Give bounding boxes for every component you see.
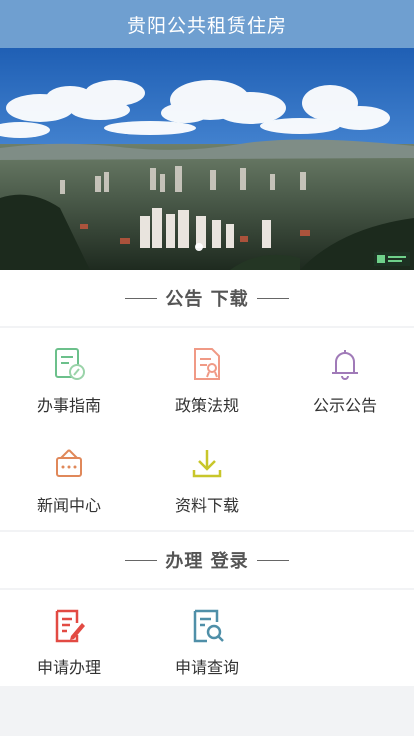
services-section-title: 办理 登录 bbox=[165, 551, 249, 572]
services-grid: 申请办理 申请查询 bbox=[0, 590, 414, 686]
news-button[interactable]: 新闻中心 bbox=[0, 428, 138, 528]
services-section-header: 办理 登录 bbox=[0, 532, 414, 588]
watermark-logo-icon bbox=[374, 252, 410, 266]
divider-line-left bbox=[125, 559, 158, 561]
notice-label: 公示公告 bbox=[312, 396, 377, 415]
carousel-page-dot[interactable] bbox=[195, 243, 203, 251]
news-label: 新闻中心 bbox=[36, 496, 101, 515]
download-label: 资料下载 bbox=[174, 496, 239, 515]
announcements-section-title: 公告 下载 bbox=[165, 289, 249, 310]
query-label: 申请查询 bbox=[174, 658, 239, 677]
bell-icon bbox=[332, 350, 358, 380]
guide-icon bbox=[55, 348, 85, 380]
download-button[interactable]: 资料下载 bbox=[138, 428, 276, 528]
notice-button[interactable]: 公示公告 bbox=[276, 328, 414, 428]
apply-label: 申请办理 bbox=[36, 658, 101, 677]
policy-label: 政策法规 bbox=[174, 396, 239, 415]
divider-line-right bbox=[256, 297, 289, 299]
announcements-section-header: 公告 下载 bbox=[0, 270, 414, 326]
banner-carousel[interactable] bbox=[0, 48, 414, 270]
announcements-grid: 办事指南 政策法规 公示公告 新闻中心 资料下载 bbox=[0, 328, 414, 530]
app-title-bar: 贵阳公共租赁住房 bbox=[0, 0, 414, 48]
policy-document-icon bbox=[194, 348, 220, 380]
divider-line-left bbox=[125, 297, 158, 299]
apply-button[interactable]: 申请办理 bbox=[0, 590, 138, 690]
apply-edit-icon bbox=[55, 609, 85, 643]
search-document-icon bbox=[193, 609, 224, 643]
news-board-icon bbox=[56, 449, 82, 477]
guide-button[interactable]: 办事指南 bbox=[0, 328, 138, 428]
guide-label: 办事指南 bbox=[36, 396, 101, 415]
city-panorama-image bbox=[0, 48, 414, 270]
download-icon bbox=[192, 450, 222, 478]
query-button[interactable]: 申请查询 bbox=[138, 590, 276, 690]
app-title: 贵阳公共租赁住房 bbox=[126, 14, 287, 37]
policy-button[interactable]: 政策法规 bbox=[138, 328, 276, 428]
divider-line-right bbox=[256, 559, 289, 561]
